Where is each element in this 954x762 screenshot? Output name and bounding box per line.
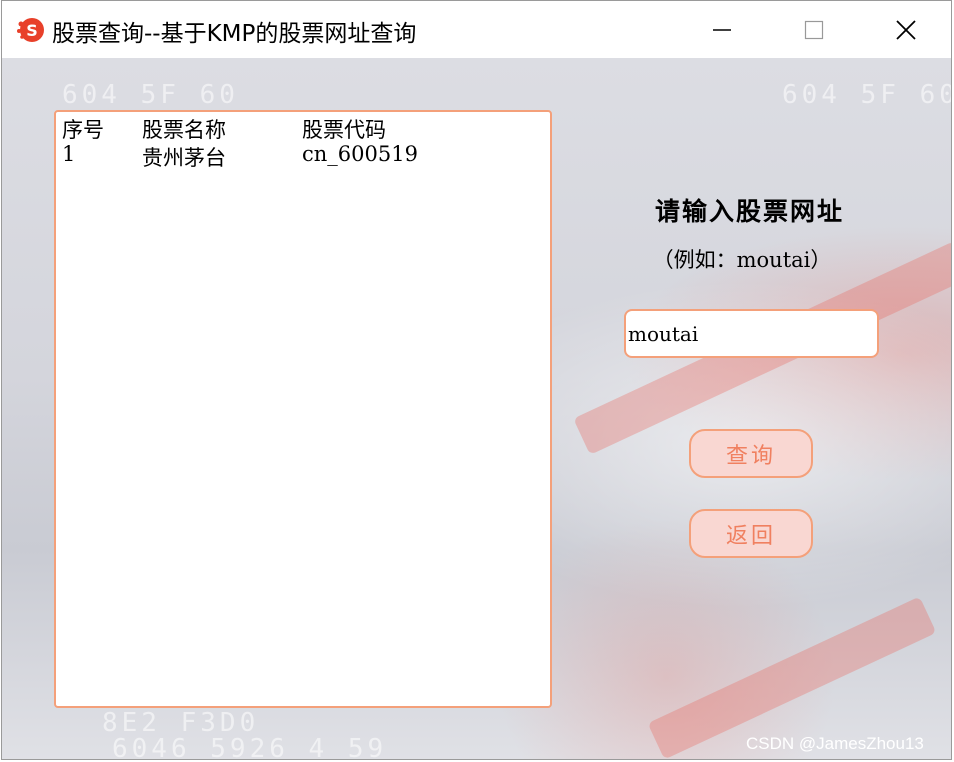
window-title: 股票查询--基于KMP的股票网址查询 xyxy=(52,21,417,47)
list-item-code: cn_600519 xyxy=(302,142,418,166)
minimize-icon xyxy=(713,28,731,31)
query-button[interactable]: 查询 xyxy=(689,429,813,478)
main-content: 604 5F 60 604 5F 60 8E2 F3D0 6046 5926 4… xyxy=(2,58,952,760)
maximize-icon xyxy=(804,20,824,39)
column-header-code: 股票代码 xyxy=(302,118,386,142)
app-logo-icon: S xyxy=(17,18,44,42)
close-icon xyxy=(896,19,916,40)
maximize-button[interactable] xyxy=(768,1,860,58)
input-prompt-label: 请输入股票网址 xyxy=(654,197,844,226)
title-bar: S 股票查询--基于KMP的股票网址查询 xyxy=(2,1,951,58)
minimize-button[interactable] xyxy=(676,1,768,58)
svg-text:S: S xyxy=(26,21,38,40)
background-digits: 604 5F 60 xyxy=(782,80,952,110)
watermark-text: CSDN @JamesZhou13 xyxy=(746,734,924,753)
close-button[interactable] xyxy=(860,1,951,58)
column-header-index: 序号 xyxy=(62,118,104,142)
back-button[interactable]: 返回 xyxy=(689,509,813,558)
stock-url-input[interactable] xyxy=(624,309,879,358)
input-example-label: （例如：moutai） xyxy=(652,248,832,272)
column-header-name: 股票名称 xyxy=(142,118,226,142)
background-digits: 604 5F 60 xyxy=(62,80,239,110)
list-item-index: 1 xyxy=(62,142,76,166)
background-digits: 6046 5926 4 59 xyxy=(112,734,388,760)
list-item-name: 贵州茅台 xyxy=(142,146,226,170)
app-window: S 股票查询--基于KMP的股票网址查询 604 5F 60 604 5F 60… xyxy=(1,0,952,760)
stock-results-list[interactable]: 序号 股票名称 股票代码 1 贵州茅台 cn_600519 xyxy=(54,110,552,708)
